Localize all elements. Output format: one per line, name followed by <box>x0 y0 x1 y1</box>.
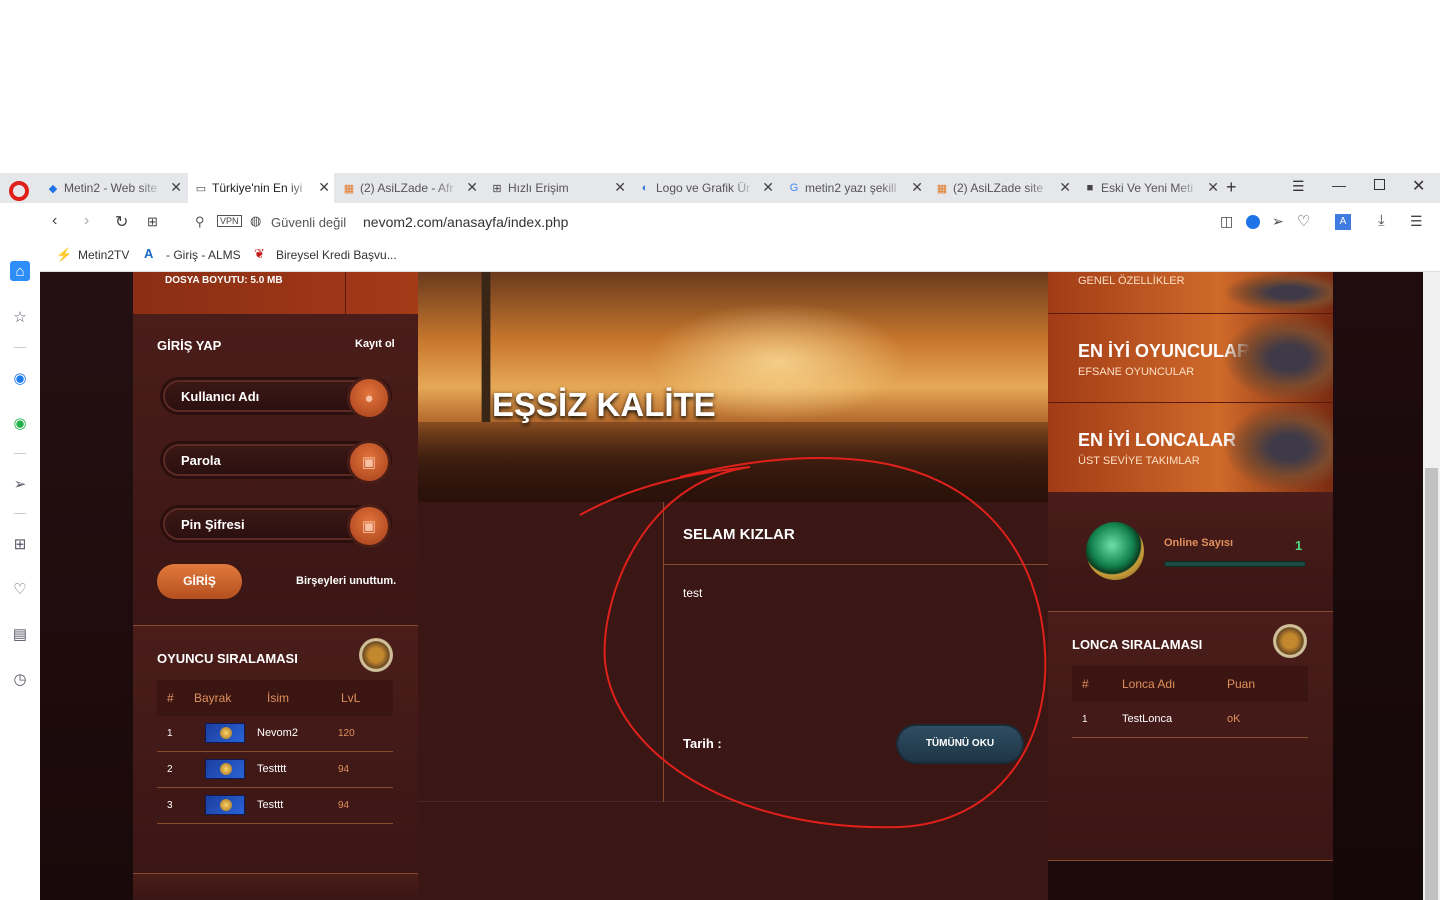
close-tab-icon[interactable]: ✕ <box>1059 179 1071 196</box>
key-icon[interactable]: ⚲ <box>195 214 205 230</box>
close-tab-icon[interactable]: ✕ <box>466 179 478 196</box>
tab-5[interactable]: ◐ Logo ve Grafik Ür ✕ <box>632 173 778 203</box>
shield-check-icon[interactable] <box>1246 215 1260 229</box>
annotation-circle <box>579 457 1047 829</box>
bookmark-kredi[interactable]: Bireysel Kredi Başvu... <box>276 248 397 262</box>
logo-icon: ◐ <box>641 182 649 194</box>
close-tab-icon[interactable]: ✕ <box>170 179 182 196</box>
tab-label: metin2 yazı şekill <box>805 181 897 195</box>
close-tab-icon[interactable]: ✕ <box>762 179 774 196</box>
asilzade-icon: ▦ <box>936 182 948 195</box>
metin2tv-icon: ⚡ <box>56 247 73 262</box>
flow-send-icon[interactable]: ➢ <box>10 474 30 494</box>
opera-sidebar: ⌂ ☆ ◉ ◉ ➢ ⊞ ♡ ▤ ◷ <box>0 203 40 900</box>
tab-6[interactable]: Gmetin2 yazı şekill ✕ <box>781 173 927 203</box>
settings-sliders-icon[interactable]: ☰ <box>1410 213 1423 230</box>
tab-label: (2) AsiLZade site <box>953 181 1044 195</box>
grid-icon: ⊞ <box>492 182 502 195</box>
restore-icon[interactable] <box>1374 179 1385 190</box>
tab-8[interactable]: ■ Eski Ve Yeni Meti ✕ <box>1077 173 1223 203</box>
close-window-icon[interactable]: ✕ <box>1412 176 1425 196</box>
camera-icon[interactable]: ◫ <box>1220 213 1233 230</box>
dark-site-icon: ■ <box>1086 182 1094 194</box>
alms-icon: A <box>144 246 154 261</box>
heart-icon[interactable]: ♡ <box>1297 212 1310 230</box>
security-label[interactable]: Güvenli değil <box>271 215 346 230</box>
browser-tab-bar: ◆ Metin2 - Web site ✕ ▭ Türkiye'nin En iyi ✕ ▦… <box>0 173 1440 203</box>
history-clock-icon[interactable]: ◷ <box>10 669 30 689</box>
minimize-icon[interactable]: — <box>1332 177 1346 193</box>
translate-icon[interactable]: A <box>1335 214 1351 230</box>
tab-label: Türkiye'nin En iyi <box>212 181 303 195</box>
bookmark-metin2tv[interactable]: Metin2TV <box>78 248 129 262</box>
page-icon: ▭ <box>195 182 207 195</box>
tab-label: Eski Ve Yeni Meti <box>1101 181 1194 195</box>
tab-4[interactable]: ⊞ Hızlı Erişim ✕ <box>484 173 630 203</box>
address-bar: ‹ › ↻ ⊞ ⚲ VPN ◍ Güvenli değil nevom2.com… <box>40 203 1440 241</box>
home-icon[interactable]: ⌂ <box>10 261 30 281</box>
tab-3[interactable]: ▦ (2) AsiLZade - Afr ✕ <box>336 173 482 203</box>
tab-menu-icon[interactable]: ☰ <box>1292 178 1305 195</box>
url-field[interactable]: nevom2.com/anasayfa/index.php <box>363 214 568 230</box>
metin2-icon: ◆ <box>48 182 58 195</box>
close-tab-icon[interactable]: ✕ <box>1207 179 1219 196</box>
whatsapp-icon[interactable]: ◉ <box>10 413 30 433</box>
tab-label: Hızlı Erişim <box>508 181 569 195</box>
bookmark-alms[interactable]: - Giriş - ALMS <box>166 248 241 262</box>
tab-label: Metin2 - Web site <box>64 181 158 195</box>
speed-dial-icon[interactable]: ☆ <box>10 307 30 327</box>
reload-icon[interactable]: ↻ <box>115 212 128 232</box>
opera-logo-icon[interactable] <box>9 181 29 201</box>
asilzade-icon: ▦ <box>343 182 355 195</box>
vpn-badge[interactable]: VPN <box>217 215 242 227</box>
tab-2[interactable]: ▭ Türkiye'nin En iyi ✕ <box>188 173 334 203</box>
messenger-icon[interactable]: ◉ <box>10 368 30 388</box>
tab-7[interactable]: ▦ (2) AsiLZade site ✕ <box>929 173 1075 203</box>
workspaces-icon[interactable]: ⊞ <box>10 534 30 554</box>
tab-label: Logo ve Grafik Ür <box>656 181 751 195</box>
bookmarks-heart-icon[interactable]: ♡ <box>10 579 30 599</box>
download-icon[interactable]: ⤓ <box>1378 212 1385 229</box>
web-page: DOSYA BOYUTU: 5.0 MB GİRİŞ YAP Kayıt ol … <box>40 272 1440 900</box>
bookmarks-bar: ⚡ Metin2TV A - Giriş - ALMS ❦ Bireysel K… <box>40 241 1440 272</box>
close-tab-icon[interactable]: ✕ <box>911 179 923 196</box>
close-tab-icon[interactable]: ✕ <box>614 179 626 196</box>
globe-icon: ◍ <box>250 213 262 228</box>
back-icon[interactable]: ‹ <box>52 212 57 230</box>
bank-icon: ❦ <box>254 246 265 261</box>
new-tab-button[interactable]: + <box>1226 177 1237 198</box>
news-icon[interactable]: ▤ <box>10 624 30 644</box>
send-icon[interactable]: ➢ <box>1272 213 1284 230</box>
tabs-grid-icon[interactable]: ⊞ <box>147 214 158 230</box>
tab-label: (2) AsiLZade - Afr <box>360 181 454 195</box>
close-tab-icon[interactable]: ✕ <box>318 179 330 196</box>
tab-1[interactable]: ◆ Metin2 - Web site ✕ <box>40 173 186 203</box>
google-icon: G <box>789 182 799 194</box>
forward-icon[interactable]: › <box>84 212 89 230</box>
